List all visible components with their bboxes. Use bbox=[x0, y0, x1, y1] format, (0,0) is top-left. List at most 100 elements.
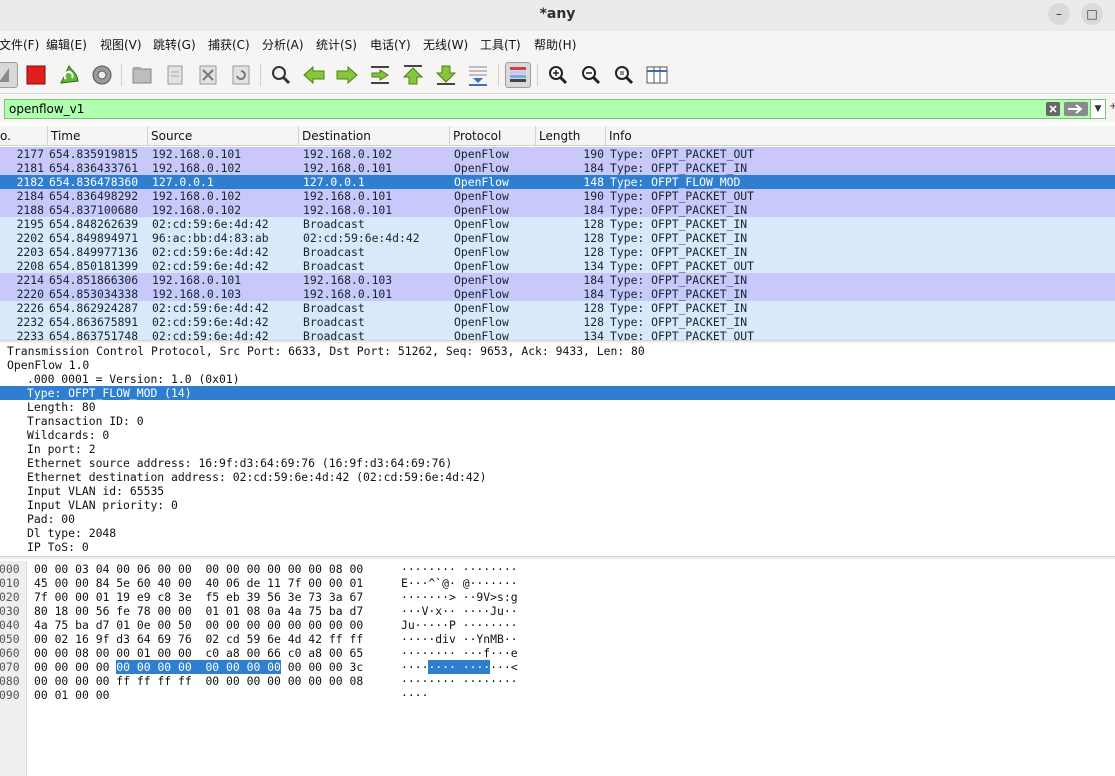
bytes-hex[interactable]: 45 00 00 84 5e 60 40 00 40 06 de 11 7f 0… bbox=[34, 576, 363, 590]
column-header-no[interactable]: o. bbox=[0, 126, 48, 146]
packet-row[interactable]: 2208 654.850181399 02:cd:59:6e:4d:42 Broadc… bbox=[0, 259, 1115, 273]
reload-icon[interactable] bbox=[228, 62, 254, 88]
detail-tree-item[interactable]: Wildcards: 0 bbox=[0, 428, 1115, 442]
bytes-ascii[interactable]: ········ ········ bbox=[401, 562, 518, 576]
colorize-icon[interactable] bbox=[505, 62, 531, 88]
packet-row[interactable]: 2202 654.849894971 96:ac:bb:d4:83:ab 02:cd:… bbox=[0, 231, 1115, 245]
packet-row[interactable]: 2188 654.837100680 192.168.0.102 192.168.0.… bbox=[0, 203, 1115, 217]
bytes-hex[interactable]: 00 01 00 00 bbox=[34, 688, 109, 702]
zoom-out-icon[interactable] bbox=[578, 62, 604, 88]
menu-file[interactable]: 文件(F) bbox=[0, 36, 39, 53]
capture-options-icon[interactable] bbox=[89, 62, 115, 88]
detail-tree-item[interactable]: Pad: 00 bbox=[0, 512, 1115, 526]
packet-row[interactable]: 2181 654.836433761 192.168.0.102 192.168.0.… bbox=[0, 161, 1115, 175]
close-file-icon[interactable] bbox=[195, 62, 221, 88]
bytes-ascii[interactable]: ···V·x·· ····Ju·· bbox=[401, 604, 518, 618]
save-file-icon[interactable] bbox=[162, 62, 188, 88]
column-header-protocol[interactable]: Protocol bbox=[450, 126, 536, 146]
bytes-hex[interactable]: 7f 00 00 01 19 e9 c8 3e f5 eb 39 56 3e 7… bbox=[34, 590, 363, 604]
add-filter-button-icon[interactable]: + bbox=[1109, 101, 1115, 112]
detail-tree-item[interactable]: Input VLAN priority: 0 bbox=[0, 498, 1115, 512]
detail-tree-item[interactable]: Ethernet source address: 16:9f:d3:64:69:… bbox=[0, 456, 1115, 470]
go-forward-icon[interactable] bbox=[334, 62, 360, 88]
bytes-hex[interactable]: 00 02 16 9f d3 64 69 76 02 cd 59 6e 4d 4… bbox=[34, 632, 363, 646]
bytes-ascii[interactable]: ········ ···f···e bbox=[401, 646, 518, 660]
shark-fin-start-icon[interactable] bbox=[0, 62, 18, 88]
bytes-ascii[interactable]: ········ ········ bbox=[401, 674, 518, 688]
filter-history-dropdown-icon[interactable]: ▼ bbox=[1090, 99, 1106, 119]
packet-list-splitter[interactable] bbox=[0, 340, 1115, 343]
bytes-hex[interactable]: 00 00 00 00 ff ff ff ff 00 00 00 00 00 0… bbox=[34, 674, 363, 688]
packet-row[interactable]: 2203 654.849977136 02:cd:59:6e:4d:42 Broadc… bbox=[0, 245, 1115, 259]
minimize-button[interactable]: – bbox=[1048, 3, 1070, 25]
detail-tree-item[interactable]: Ethernet destination address: 02:cd:59:6… bbox=[0, 470, 1115, 484]
go-first-icon[interactable] bbox=[400, 62, 426, 88]
packet-row[interactable]: 2232 654.863675891 02:cd:59:6e:4d:42 Broadc… bbox=[0, 315, 1115, 329]
details-splitter[interactable] bbox=[0, 556, 1115, 559]
menu-analyze[interactable]: 分析(A) bbox=[262, 36, 304, 53]
menu-edit[interactable]: 编辑(E) bbox=[46, 36, 87, 53]
packet-row[interactable]: 2233 654.863751748 02:cd:59:6e:4d:42 Broadc… bbox=[0, 329, 1115, 340]
bytes-hex[interactable]: 00 00 08 00 00 01 00 00 c0 a8 00 66 c0 a… bbox=[34, 646, 363, 660]
stop-capture-icon[interactable] bbox=[23, 62, 49, 88]
detail-tree-item[interactable]: .000 0001 = Version: 1.0 (0x01) bbox=[0, 372, 1115, 386]
column-header-destination[interactable]: Destination bbox=[299, 126, 450, 146]
bytes-hex[interactable]: 80 18 00 56 fe 78 00 00 01 01 08 0a 4a 7… bbox=[34, 604, 363, 618]
menu-wireless[interactable]: 无线(W) bbox=[423, 36, 468, 53]
menu-help[interactable]: 帮助(H) bbox=[534, 36, 576, 53]
detail-tree-item[interactable]: Type: OFPT_FLOW_MOD (14) bbox=[0, 386, 1115, 400]
packet-row[interactable]: 2177 654.835919815 192.168.0.101 192.168.0.… bbox=[0, 147, 1115, 161]
main-toolbar bbox=[0, 56, 1115, 94]
resize-columns-icon[interactable] bbox=[644, 62, 670, 88]
display-filter-input[interactable] bbox=[4, 99, 1044, 119]
go-last-icon[interactable] bbox=[433, 62, 459, 88]
go-to-packet-icon[interactable] bbox=[367, 62, 393, 88]
packet-row[interactable]: 2214 654.851866306 192.168.0.101 192.168.0.… bbox=[0, 273, 1115, 287]
packet-row[interactable]: 2182 654.836478360 127.0.0.1 127.0.0.1 OpenF… bbox=[0, 175, 1115, 189]
maximize-button[interactable]: □ bbox=[1081, 3, 1103, 25]
zoom-in-icon[interactable] bbox=[545, 62, 571, 88]
menu-go[interactable]: 跳转(G) bbox=[153, 36, 196, 53]
detail-tree-item[interactable]: Dl type: 2048 bbox=[0, 526, 1115, 540]
detail-tree-item[interactable]: OpenFlow 1.0 bbox=[0, 358, 1115, 372]
detail-tree-item[interactable]: Length: 80 bbox=[0, 400, 1115, 414]
menu-view[interactable]: 视图(V) bbox=[100, 36, 142, 53]
bytes-hex[interactable]: 00 00 00 00 00 00 00 00 00 00 00 00 00 0… bbox=[34, 660, 363, 674]
zoom-normal-icon[interactable] bbox=[611, 62, 637, 88]
packet-row[interactable]: 2184 654.836498292 192.168.0.102 192.168.0.… bbox=[0, 189, 1115, 203]
menu-telephony[interactable]: 电话(Y) bbox=[370, 36, 411, 53]
apply-filter-icon[interactable] bbox=[1062, 99, 1090, 119]
bytes-hex[interactable]: 00 00 03 04 00 06 00 00 00 00 00 00 00 0… bbox=[34, 562, 363, 576]
bytes-ascii[interactable]: ·······> ··9V>s:g bbox=[401, 590, 518, 604]
bytes-ascii[interactable]: ········ ·······< bbox=[401, 660, 518, 674]
menu-tools[interactable]: 工具(T) bbox=[480, 36, 521, 53]
restart-capture-icon[interactable] bbox=[56, 62, 82, 88]
column-header-source[interactable]: Source bbox=[148, 126, 299, 146]
bytes-ascii[interactable]: E···^`@· @······· bbox=[401, 576, 518, 590]
bytes-ascii[interactable]: Ju·····P ········ bbox=[401, 618, 518, 632]
detail-tree-item[interactable]: Input VLAN id: 65535 bbox=[0, 484, 1115, 498]
detail-tree-item[interactable]: Transmission Control Protocol, Src Port:… bbox=[0, 344, 1115, 358]
column-header-time[interactable]: Time bbox=[48, 126, 148, 146]
packet-row[interactable]: 2220 654.853034338 192.168.0.103 192.168.0.… bbox=[0, 287, 1115, 301]
open-file-icon[interactable] bbox=[129, 62, 155, 88]
clear-filter-icon[interactable] bbox=[1044, 99, 1062, 119]
packet-row[interactable]: 2195 654.848262639 02:cd:59:6e:4d:42 Broadc… bbox=[0, 217, 1115, 231]
packet-length: 134 bbox=[583, 329, 604, 340]
bytes-ascii[interactable]: ·····div ··YnMB·· bbox=[401, 632, 518, 646]
column-header-length[interactable]: Length bbox=[536, 126, 606, 146]
packet-source: 192.168.0.101 bbox=[152, 147, 242, 161]
menu-capture[interactable]: 捕获(C) bbox=[208, 36, 250, 53]
packet-row[interactable]: 2226 654.862924287 02:cd:59:6e:4d:42 Broadc… bbox=[0, 301, 1115, 315]
detail-tree-item[interactable]: Transaction ID: 0 bbox=[0, 414, 1115, 428]
bytes-hex[interactable]: 4a 75 ba d7 01 0e 00 50 00 00 00 00 00 0… bbox=[34, 618, 363, 632]
go-back-icon[interactable] bbox=[301, 62, 327, 88]
packet-time: 654.853034338 bbox=[49, 287, 139, 301]
column-header-info[interactable]: Info bbox=[606, 126, 1115, 146]
menu-statistics[interactable]: 统计(S) bbox=[316, 36, 357, 53]
autoscroll-icon[interactable] bbox=[466, 62, 492, 88]
find-packet-icon[interactable] bbox=[268, 62, 294, 88]
bytes-ascii[interactable]: ···· bbox=[401, 688, 428, 702]
detail-tree-item[interactable]: IP ToS: 0 bbox=[0, 540, 1115, 554]
detail-tree-item[interactable]: In port: 2 bbox=[0, 442, 1115, 456]
